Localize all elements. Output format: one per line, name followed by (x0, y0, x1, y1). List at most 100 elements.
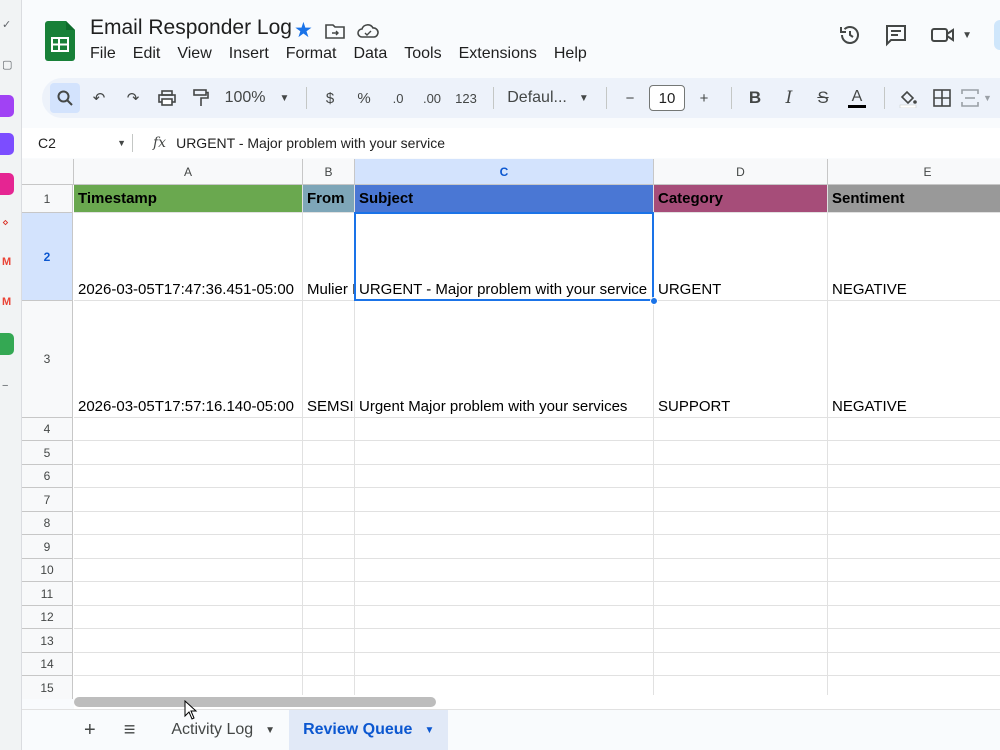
empty-cell[interactable] (654, 559, 828, 582)
sheets-app-icon[interactable] (0, 333, 14, 355)
row-header[interactable]: 7 (22, 488, 73, 512)
sheet-tab-review-queue[interactable]: Review Queue ▼ (289, 709, 449, 750)
data-cell[interactable]: NEGATIVE (828, 301, 1000, 418)
menu-help[interactable]: Help (554, 45, 595, 63)
extension-icon[interactable] (0, 173, 14, 195)
fill-handle[interactable] (650, 297, 658, 305)
menu-insert[interactable]: Insert (229, 45, 277, 63)
empty-cell[interactable] (828, 559, 1000, 582)
empty-cell[interactable] (355, 582, 654, 606)
menu-edit[interactable]: Edit (133, 45, 169, 63)
data-cell[interactable]: 2026-03-05T17:47:36.451-05:00 (74, 213, 303, 301)
empty-cell[interactable] (828, 535, 1000, 559)
empty-cell[interactable] (828, 418, 1000, 441)
empty-cell[interactable] (74, 488, 303, 512)
row-header[interactable]: 6 (22, 465, 73, 488)
empty-cell[interactable] (74, 418, 303, 441)
empty-cell[interactable] (74, 465, 303, 488)
empty-cell[interactable] (355, 465, 654, 488)
empty-cell[interactable] (654, 418, 828, 441)
empty-cell[interactable] (74, 629, 303, 653)
borders-button[interactable] (927, 83, 957, 113)
add-sheet-button[interactable]: + (70, 710, 110, 750)
meet-button[interactable]: ▼ (930, 25, 972, 45)
empty-cell[interactable] (303, 512, 355, 535)
data-cell[interactable]: URGENT - Major problem with your service (355, 213, 654, 301)
empty-cell[interactable] (828, 606, 1000, 629)
empty-cell[interactable] (303, 606, 355, 629)
header-cell[interactable]: From (303, 185, 355, 213)
decrease-font-size-button[interactable]: − (615, 83, 645, 113)
row-header[interactable]: 14 (22, 653, 73, 676)
font-select[interactable]: Defaul... ▼ (502, 83, 594, 113)
empty-cell[interactable] (828, 653, 1000, 676)
empty-cell[interactable] (828, 512, 1000, 535)
strikethrough-button[interactable]: S (808, 83, 838, 113)
empty-cell[interactable] (74, 559, 303, 582)
empty-cell[interactable] (654, 606, 828, 629)
empty-cell[interactable] (355, 488, 654, 512)
empty-cell[interactable] (654, 535, 828, 559)
column-header[interactable]: D (654, 159, 828, 185)
data-cell[interactable]: 2026-03-05T17:57:16.140-05:00 (74, 301, 303, 418)
empty-cell[interactable] (654, 488, 828, 512)
formula-input[interactable]: URGENT - Major problem with your service (176, 135, 445, 151)
decrease-decimal-button[interactable]: .0 (383, 83, 413, 113)
row-header[interactable]: 1 (22, 185, 73, 213)
name-box[interactable]: C2 ▼ (22, 135, 132, 151)
empty-cell[interactable] (303, 559, 355, 582)
empty-cell[interactable] (828, 441, 1000, 465)
italic-button[interactable]: I (774, 83, 804, 113)
header-cell[interactable]: Subject (355, 185, 654, 213)
empty-cell[interactable] (303, 488, 355, 512)
menu-data[interactable]: Data (353, 45, 395, 63)
empty-cell[interactable] (303, 653, 355, 676)
empty-cell[interactable] (355, 629, 654, 653)
extension-icon[interactable] (0, 133, 14, 155)
comment-icon[interactable] (884, 23, 908, 47)
empty-cell[interactable] (355, 418, 654, 441)
horizontal-scrollbar[interactable] (74, 695, 1000, 709)
data-cell[interactable]: SUPPORT (654, 301, 828, 418)
empty-cell[interactable] (654, 582, 828, 606)
extension-icon[interactable] (0, 95, 14, 117)
data-cell[interactable]: Mulier I (303, 213, 355, 301)
data-cell[interactable]: NEGATIVE (828, 213, 1000, 301)
empty-cell[interactable] (74, 512, 303, 535)
all-sheets-button[interactable]: ≡ (110, 710, 150, 750)
empty-cell[interactable] (303, 582, 355, 606)
empty-cell[interactable] (654, 653, 828, 676)
header-cell[interactable]: Category (654, 185, 828, 213)
menu-extensions[interactable]: Extensions (459, 45, 545, 63)
document-title[interactable]: Email Responder Log (90, 16, 292, 40)
empty-cell[interactable] (74, 535, 303, 559)
empty-cell[interactable] (303, 418, 355, 441)
empty-cell[interactable] (74, 606, 303, 629)
menu-view[interactable]: View (177, 45, 219, 63)
row-header[interactable]: 15 (22, 676, 73, 699)
move-to-folder-icon[interactable] (325, 23, 345, 39)
empty-cell[interactable] (355, 559, 654, 582)
empty-cell[interactable] (355, 441, 654, 465)
percent-format-button[interactable]: % (349, 83, 379, 113)
data-cell[interactable]: Urgent Major problem with your services (355, 301, 654, 418)
empty-cell[interactable] (74, 653, 303, 676)
column-header[interactable]: A (74, 159, 303, 185)
increase-font-size-button[interactable]: + (689, 83, 719, 113)
paint-format-button[interactable] (186, 83, 216, 113)
empty-cell[interactable] (303, 441, 355, 465)
row-header[interactable]: 12 (22, 606, 73, 629)
column-header[interactable]: C (355, 159, 654, 185)
row-header[interactable]: 9 (22, 535, 73, 559)
empty-cell[interactable] (654, 629, 828, 653)
data-cell[interactable]: URGENT (654, 213, 828, 301)
empty-cell[interactable] (828, 629, 1000, 653)
bold-button[interactable]: B (740, 83, 770, 113)
gmail-icon[interactable]: M (2, 296, 11, 308)
column-header[interactable]: E (828, 159, 1000, 185)
empty-cell[interactable] (828, 465, 1000, 488)
column-header[interactable]: B (303, 159, 355, 185)
header-cell[interactable]: Timestamp (74, 185, 303, 213)
empty-cell[interactable] (828, 582, 1000, 606)
row-header[interactable]: 4 (22, 418, 73, 441)
